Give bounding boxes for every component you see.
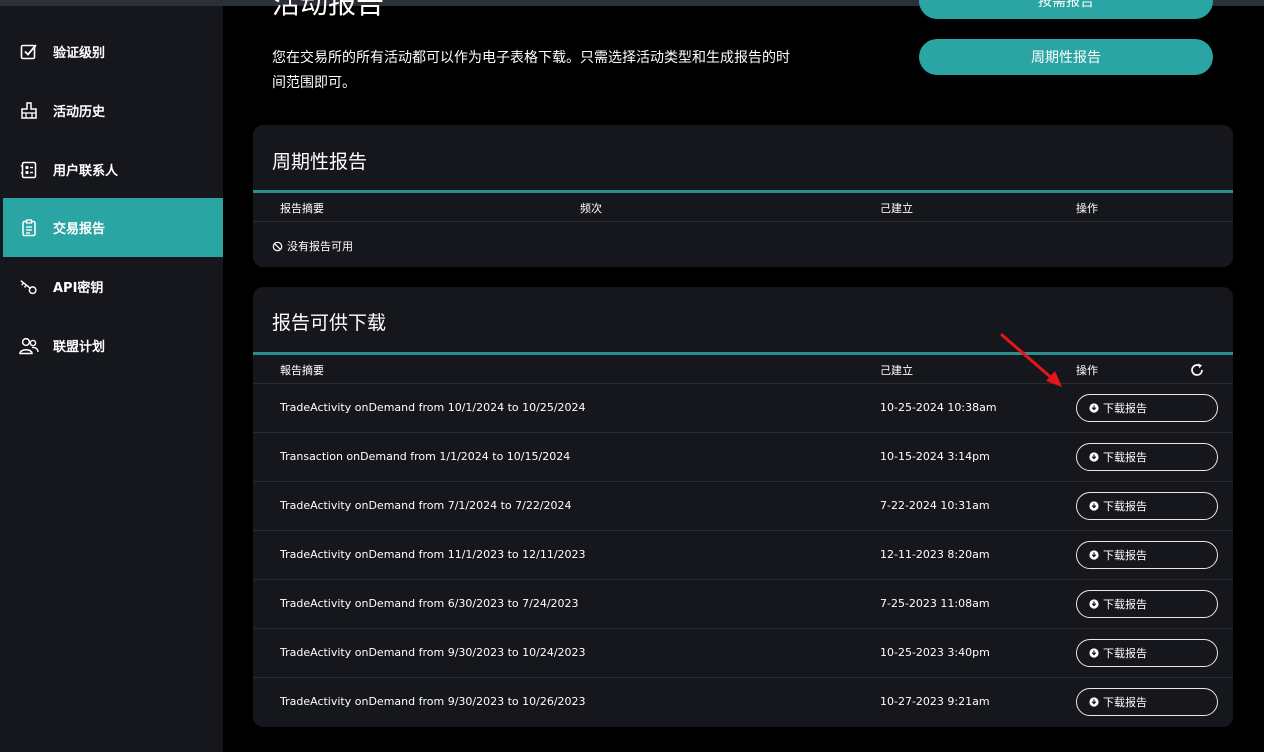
column-header-summary: 報告摘要: [280, 364, 324, 377]
sidebar-item-label: 交易报告: [53, 222, 106, 237]
periodic-report-button[interactable]: 周期性报告: [919, 39, 1213, 75]
page-title: 活动报告: [272, 0, 385, 20]
table-row: TradeActivity onDemand from 7/1/2024 to …: [253, 482, 1233, 531]
download-icon: [1089, 697, 1099, 707]
column-header-created: 己建立: [880, 202, 913, 215]
report-summary: Transaction onDemand from 1/1/2024 to 10…: [280, 450, 571, 463]
download-icon: [1089, 599, 1099, 609]
sidebar-item-label: 联盟计划: [53, 340, 106, 355]
refresh-icon[interactable]: [1189, 362, 1205, 378]
sidebar-item-affiliate-program[interactable]: 联盟计划: [3, 316, 223, 375]
table-row: TradeActivity onDemand from 11/1/2023 to…: [253, 531, 1233, 580]
page-description: 您在交易所的所有活动都可以作为电子表格下载。只需选择活动类型和生成报告的时间范围…: [272, 50, 790, 91]
download-button-label: 下载报告: [1103, 598, 1147, 611]
download-icon: [1089, 648, 1099, 658]
report-summary: TradeActivity onDemand from 10/1/2024 to…: [280, 401, 586, 414]
sidebar-item-user-contacts[interactable]: 用户联系人: [3, 140, 223, 199]
column-header-actions: 操作: [1076, 202, 1098, 215]
periodic-reports-card: 周期性报告 报告摘要 频次 己建立 操作 没有报告可用: [253, 125, 1233, 267]
report-created: 10-27-2023 9:21am: [880, 695, 990, 708]
column-header-summary: 报告摘要: [280, 202, 324, 215]
report-created: 7-25-2023 11:08am: [880, 597, 990, 610]
sidebar-item-activity-history[interactable]: 活动历史: [3, 81, 223, 140]
table-row: TradeActivity onDemand from 6/30/2023 to…: [253, 580, 1233, 629]
sidebar-item-trade-reports[interactable]: 交易报告: [3, 198, 223, 257]
column-header-frequency: 频次: [580, 202, 602, 215]
card-divider: [253, 352, 1233, 355]
download-report-button[interactable]: 下载报告: [1076, 541, 1218, 569]
download-report-button[interactable]: 下载报告: [1076, 394, 1218, 422]
download-button-label: 下载报告: [1103, 402, 1147, 415]
contacts-icon: [19, 160, 39, 180]
table-row: TradeActivity onDemand from 9/30/2023 to…: [253, 629, 1233, 678]
download-button-label: 下载报告: [1103, 549, 1147, 562]
download-report-button[interactable]: 下载报告: [1076, 443, 1218, 471]
header-separator: [253, 221, 1233, 222]
table-row: TradeActivity onDemand from 9/30/2023 to…: [253, 678, 1233, 727]
periodic-reports-title: 周期性报告: [272, 151, 368, 173]
download-report-button[interactable]: 下载报告: [1076, 688, 1218, 716]
report-created: 10-25-2023 3:40pm: [880, 646, 990, 659]
download-button-label: 下载报告: [1103, 500, 1147, 513]
report-summary: TradeActivity onDemand from 6/30/2023 to…: [280, 597, 579, 610]
download-report-button[interactable]: 下载报告: [1076, 639, 1218, 667]
sidebar: 验证级别 活动历史 用户联系人 交易报告 API密钥 联盟计划: [0, 6, 223, 752]
card-divider: [253, 190, 1233, 193]
report-summary: TradeActivity onDemand from 9/30/2023 to…: [280, 695, 586, 708]
report-created: 12-11-2023 8:20am: [880, 548, 990, 561]
no-entry-icon: [272, 241, 283, 251]
sidebar-item-label: 活动历史: [53, 105, 106, 120]
download-button-label: 下载报告: [1103, 647, 1147, 660]
empty-state-text: 没有报告可用: [287, 240, 353, 253]
users-icon: [19, 336, 39, 356]
report-created: 10-25-2024 10:38am: [880, 401, 997, 414]
download-report-button[interactable]: 下载报告: [1076, 590, 1218, 618]
column-header-created: 己建立: [880, 364, 913, 377]
sidebar-item-label: API密钥: [53, 281, 104, 296]
sidebar-item-api-keys[interactable]: API密钥: [3, 257, 223, 316]
report-summary: TradeActivity onDemand from 7/1/2024 to …: [280, 499, 572, 512]
download-button-label: 下载报告: [1103, 696, 1147, 709]
downloadable-reports-title: 报告可供下载: [272, 312, 387, 334]
download-report-button[interactable]: 下载报告: [1076, 492, 1218, 520]
download-button-label: 下载报告: [1103, 451, 1147, 464]
sidebar-item-label: 用户联系人: [53, 164, 119, 179]
key-icon: [19, 277, 39, 297]
checkbox-icon: [19, 42, 39, 62]
report-summary: TradeActivity onDemand from 11/1/2023 to…: [280, 548, 586, 561]
history-icon: [19, 101, 39, 121]
report-summary: TradeActivity onDemand from 9/30/2023 to…: [280, 646, 586, 659]
download-icon: [1089, 452, 1099, 462]
download-icon: [1089, 550, 1099, 560]
table-row: Transaction onDemand from 1/1/2024 to 10…: [253, 433, 1233, 482]
report-created: 7-22-2024 10:31am: [880, 499, 990, 512]
download-icon: [1089, 403, 1099, 413]
sidebar-item-verification[interactable]: 验证级别: [3, 22, 223, 81]
download-icon: [1089, 501, 1099, 511]
sidebar-item-label: 验证级别: [53, 46, 106, 61]
on-demand-report-button[interactable]: 按需报告: [919, 0, 1213, 19]
empty-state: 没有报告可用: [272, 238, 353, 254]
column-header-actions: 操作: [1076, 364, 1098, 377]
downloadable-reports-card: 报告可供下载 報告摘要 己建立 操作 TradeActivity onDeman…: [253, 287, 1233, 727]
report-created: 10-15-2024 3:14pm: [880, 450, 990, 463]
report-icon: [19, 218, 39, 238]
table-row: TradeActivity onDemand from 10/1/2024 to…: [253, 384, 1233, 433]
